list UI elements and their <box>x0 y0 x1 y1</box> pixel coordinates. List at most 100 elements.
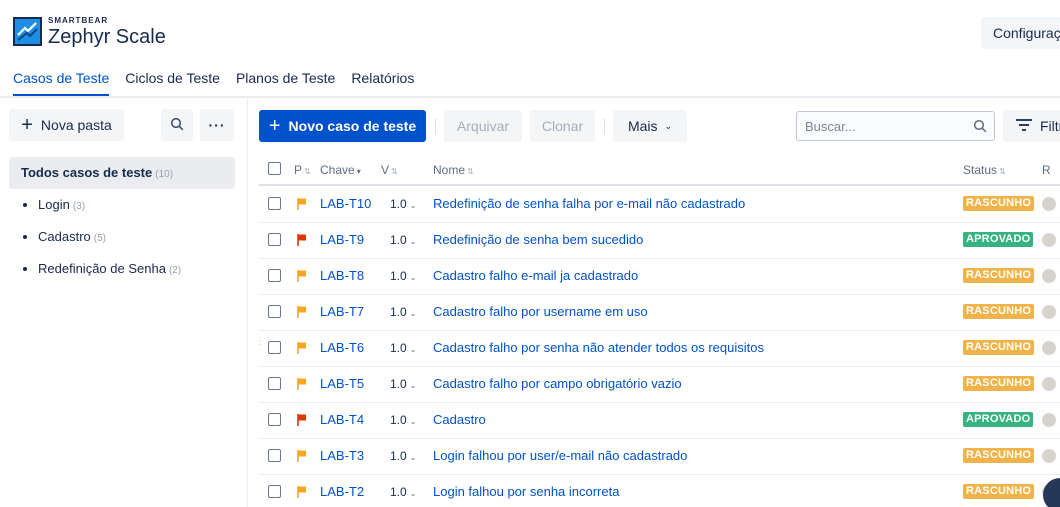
row-checkbox[interactable] <box>268 233 281 246</box>
column-owner-label: R <box>1042 163 1051 177</box>
column-version[interactable]: V ⇅ <box>381 163 398 177</box>
test-case-key[interactable]: LAB-T9 <box>320 232 364 247</box>
status-badge: RASCUNHO <box>963 304 1035 319</box>
status-badge: RASCUNHO <box>963 448 1035 463</box>
status-badge: RASCUNHO <box>963 196 1035 211</box>
test-case-key[interactable]: LAB-T4 <box>320 412 364 427</box>
row-checkbox[interactable] <box>268 341 281 354</box>
folder-more-button[interactable]: ··· <box>200 109 234 141</box>
column-priority-label: P <box>294 163 303 177</box>
version-selector[interactable]: 1.0 ⌄ <box>390 233 416 247</box>
version-selector[interactable]: 1.0 ⌄ <box>390 413 416 427</box>
version-label: 1.0 <box>390 269 407 283</box>
folder-search-button[interactable] <box>161 109 193 141</box>
panel-divider[interactable] <box>247 98 248 507</box>
test-case-key[interactable]: LAB-T5 <box>320 376 364 391</box>
folder-count: (5) <box>93 233 106 244</box>
test-case-key[interactable]: LAB-T8 <box>320 268 364 283</box>
row-checkbox[interactable] <box>268 413 281 426</box>
avatar[interactable] <box>1042 413 1056 427</box>
folder-root-label: Todos casos de teste <box>21 165 153 180</box>
test-case-name[interactable]: Login falhou por senha incorreta <box>433 484 619 499</box>
avatar[interactable] <box>1042 197 1056 211</box>
tab-casos-de-teste[interactable]: Casos de Teste <box>13 70 110 96</box>
test-case-name[interactable]: Cadastro <box>433 412 486 427</box>
table-row[interactable]: LAB-T2 1.0 ⌄ Login falhou por senha incorre… <box>259 475 1060 507</box>
column-status[interactable]: Status ⇅ <box>963 163 1006 177</box>
new-folder-button[interactable]: + Nova pasta <box>9 109 124 141</box>
table-row[interactable]: LAB-T7 1.0 ⌄ Cadastro falho por username em… <box>259 295 1060 331</box>
zephyr-scale-logo[interactable]: SMARTBEAR Zephyr Scale <box>13 16 166 47</box>
test-case-key[interactable]: LAB-T7 <box>320 304 364 319</box>
avatar[interactable] <box>1042 341 1056 355</box>
avatar[interactable] <box>1042 449 1056 463</box>
version-selector[interactable]: 1.0 ⌄ <box>390 485 416 499</box>
table-row[interactable]: LAB-T3 1.0 ⌄ Login falhou por user/e-mail n… <box>259 439 1060 475</box>
test-case-name[interactable]: Cadastro falho por senha não atender tod… <box>433 340 764 355</box>
row-checkbox[interactable] <box>268 197 281 210</box>
status-badge: RASCUNHO <box>963 376 1035 391</box>
version-selector[interactable]: 1.0 ⌄ <box>390 341 416 355</box>
chevron-down-icon: ⌄ <box>409 273 417 282</box>
tab-planos-de-teste[interactable]: Planos de Teste <box>236 70 335 96</box>
clone-button[interactable]: Clonar <box>530 110 595 142</box>
test-case-key[interactable]: LAB-T3 <box>320 448 364 463</box>
avatar[interactable] <box>1042 233 1056 247</box>
row-checkbox[interactable] <box>268 269 281 282</box>
archive-button[interactable]: Arquivar <box>444 110 522 142</box>
table-row[interactable]: LAB-T6 1.0 ⌄ Cadastro falho por senha não a… <box>259 331 1060 367</box>
row-checkbox[interactable] <box>268 305 281 318</box>
test-case-key[interactable]: LAB-T10 <box>320 196 371 211</box>
test-case-name[interactable]: Login falhou por user/e-mail não cadastr… <box>433 448 687 463</box>
test-case-name[interactable]: Redefinição de senha bem sucedido <box>433 232 643 247</box>
test-case-name[interactable]: Cadastro falho por campo obrigatório vaz… <box>433 376 682 391</box>
folder-root[interactable]: Todos casos de teste (10) <box>9 157 235 189</box>
table-row[interactable]: LAB-T8 1.0 ⌄ Cadastro falho e-mail ja cadas… <box>259 259 1060 295</box>
version-selector[interactable]: 1.0 ⌄ <box>390 377 416 391</box>
new-test-case-button[interactable]: + Novo caso de teste <box>259 110 426 142</box>
table-row[interactable]: LAB-T9 1.0 ⌄ Redefinição de senha bem suced… <box>259 223 1060 259</box>
tab-relatorios[interactable]: Relatórios <box>351 70 414 96</box>
table-row[interactable]: LAB-T4 1.0 ⌄ Cadastro APROVADO <box>259 403 1060 439</box>
row-checkbox[interactable] <box>268 485 281 498</box>
column-owner[interactable]: R <box>1042 163 1051 177</box>
table-row[interactable]: LAB-T5 1.0 ⌄ Cadastro falho por campo obrig… <box>259 367 1060 403</box>
version-label: 1.0 <box>390 413 407 427</box>
test-case-name[interactable]: Cadastro falho por username em uso <box>433 304 648 319</box>
table-row[interactable]: LAB-T10 1.0 ⌄ Redefinição de senha falha po… <box>259 187 1060 223</box>
folder-redefinicao-de-senha[interactable]: Redefinição de Senha (2) <box>23 261 181 276</box>
tab-ciclos-de-teste[interactable]: Ciclos de Teste <box>125 70 220 96</box>
row-checkbox[interactable] <box>268 449 281 462</box>
avatar[interactable] <box>1042 377 1056 391</box>
test-case-key[interactable]: LAB-T2 <box>320 484 364 499</box>
filter-button[interactable]: Filtros <box>1003 110 1060 142</box>
chevron-down-icon: ⌄ <box>409 381 417 390</box>
version-selector[interactable]: 1.0 ⌄ <box>390 197 416 211</box>
configuracoes-button[interactable]: Configurações <box>981 17 1060 49</box>
folder-login[interactable]: Login (3) <box>23 197 85 212</box>
new-test-case-label: Novo caso de teste <box>288 118 417 134</box>
avatar[interactable] <box>1042 269 1056 283</box>
column-priority[interactable]: P ⇅ <box>294 163 311 177</box>
search-field[interactable] <box>796 111 995 141</box>
column-name[interactable]: Nome ⇅ <box>433 163 474 177</box>
test-case-name[interactable]: Redefinição de senha falha por e-mail nã… <box>433 196 745 211</box>
search-icon <box>170 117 184 134</box>
row-checkbox[interactable] <box>268 377 281 390</box>
test-case-key[interactable]: LAB-T6 <box>320 340 364 355</box>
bullet-icon <box>23 202 27 207</box>
version-selector[interactable]: 1.0 ⌄ <box>390 305 416 319</box>
new-folder-label: Nova pasta <box>40 117 112 133</box>
select-all-checkbox[interactable] <box>268 162 281 175</box>
version-selector[interactable]: 1.0 ⌄ <box>390 269 416 283</box>
more-actions-button[interactable]: Mais ⌄ <box>613 110 687 142</box>
chevron-down-icon: ⌄ <box>409 237 417 246</box>
folder-cadastro[interactable]: Cadastro (5) <box>23 229 106 244</box>
version-selector[interactable]: 1.0 ⌄ <box>390 449 416 463</box>
chevron-down-icon: ⌄ <box>409 201 417 210</box>
test-case-name[interactable]: Cadastro falho e-mail ja cadastrado <box>433 268 638 283</box>
priority-normal-flag-icon <box>297 449 307 465</box>
search-input[interactable] <box>797 112 957 140</box>
column-key[interactable]: Chave ▾ <box>320 163 361 177</box>
avatar[interactable] <box>1042 305 1056 319</box>
